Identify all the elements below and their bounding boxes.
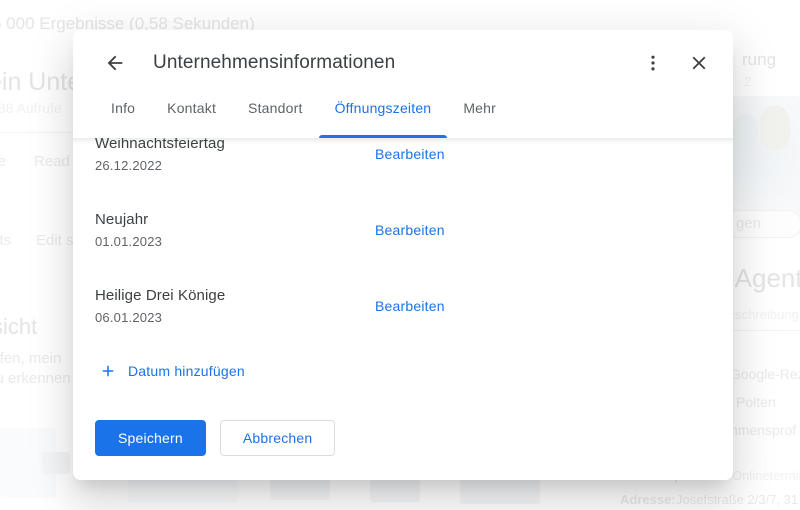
- tab-mehr[interactable]: Mehr: [447, 96, 512, 138]
- background-nav-item-3: Edit s: [36, 232, 74, 249]
- table-row: Heilige Drei Könige 06.01.2023 Bearbeite…: [95, 268, 709, 344]
- add-date-label: Datum hinzufügen: [128, 363, 245, 379]
- background-right-heading: rung: [742, 50, 777, 69]
- holiday-date: 26.12.2022: [95, 157, 163, 173]
- background-body-line-2: zu erkennen: [0, 370, 71, 387]
- background-address-label: Adresse:: [620, 492, 676, 507]
- table-row: Neujahr 01.01.2023 Bearbeiten: [95, 192, 709, 268]
- background-nav-item-0: le: [0, 153, 6, 170]
- background-right-number: 2: [744, 74, 752, 89]
- background-right-subtitle: eschreibung: [728, 307, 799, 322]
- close-button[interactable]: [679, 43, 719, 83]
- more-options-button[interactable]: [633, 43, 673, 83]
- business-info-dialog: Unternehmensinformationen Info Kontakt S…: [73, 30, 733, 480]
- background-service-value: Onlinetermin: [732, 468, 800, 483]
- background-photo-blob-a: [732, 114, 758, 148]
- arrow-left-icon: [107, 55, 123, 71]
- back-button[interactable]: [95, 43, 135, 83]
- kebab-menu-icon: [651, 55, 655, 71]
- holiday-info: Neujahr 01.01.2023: [95, 209, 345, 252]
- edit-holiday-link[interactable]: Bearbeiten: [375, 298, 445, 314]
- dialog-actions: Speichern Abbrechen: [95, 390, 709, 456]
- holiday-name: Neujahr: [95, 210, 149, 228]
- tab-info[interactable]: Info: [95, 96, 151, 138]
- background-pill-label: gen: [736, 215, 762, 232]
- background-divider-right: [726, 330, 800, 331]
- dialog-header: Unternehmensinformationen: [73, 30, 733, 96]
- tab-mehr-label: Mehr: [463, 100, 497, 116]
- dialog-title: Unternehmensinformationen: [153, 52, 396, 73]
- cancel-button[interactable]: Abbrechen: [219, 420, 336, 456]
- background-nav-item-1: Read: [34, 153, 70, 170]
- background-photo-blob-b: [760, 106, 790, 150]
- background-thumb-a: [42, 452, 70, 474]
- dialog-header-actions: [633, 43, 719, 83]
- holiday-info: Weihnachtsfeiertag 26.12.2022: [95, 138, 345, 176]
- holiday-name: Heilige Drei Könige: [95, 286, 226, 304]
- background-thumb-d: [370, 480, 420, 502]
- dialog-tabbar: Info Kontakt Standort Öffnungszeiten Meh…: [73, 96, 733, 138]
- background-thumb-e: [460, 478, 540, 504]
- tab-info-label: Info: [111, 100, 136, 116]
- table-row: Weihnachtsfeiertag 26.12.2022 Bearbeiten: [95, 138, 709, 192]
- tab-standort[interactable]: Standort: [232, 96, 319, 138]
- background-views: 088 Aufrufe: [0, 100, 62, 116]
- holidays-scroll-area[interactable]: Weihnachtsfeiertag 26.12.2022 Bearbeiten…: [73, 138, 733, 480]
- background-right-line-1: Polten: [736, 394, 776, 410]
- holiday-info: Heilige Drei Könige 06.01.2023: [95, 285, 345, 328]
- edit-holiday-link[interactable]: Bearbeiten: [375, 222, 445, 238]
- background-divider-top: [0, 132, 80, 133]
- holiday-date: 01.01.2023: [95, 233, 163, 249]
- save-button[interactable]: Speichern: [95, 420, 206, 456]
- background-right-line-2: hmensprof: [730, 422, 797, 438]
- tab-oeffnungszeiten[interactable]: Öffnungszeiten: [318, 96, 448, 138]
- tab-standort-label: Standort: [248, 100, 303, 116]
- background-body-line-1: elfen, mein: [0, 350, 62, 367]
- tab-oeffnungszeiten-underline: [318, 135, 448, 138]
- edit-holiday-link[interactable]: Bearbeiten: [375, 146, 445, 162]
- holidays-list: Weihnachtsfeiertag 26.12.2022 Bearbeiten…: [73, 138, 733, 480]
- tab-kontakt-label: Kontakt: [167, 100, 217, 116]
- background-section-heading: sicht: [0, 314, 38, 339]
- tab-oeffnungszeiten-label: Öffnungszeiten: [334, 100, 432, 116]
- background-address-value: Josefstraße 2/3/7, 31: [676, 492, 799, 507]
- background-right-title: -Agent: [726, 263, 800, 293]
- background-nav-item-2: cts: [0, 232, 12, 249]
- plus-icon: [99, 362, 117, 380]
- tab-kontakt[interactable]: Kontakt: [151, 96, 232, 138]
- add-date-button[interactable]: Datum hinzufügen: [95, 344, 245, 390]
- holiday-date: 06.01.2023: [95, 309, 163, 325]
- background-right-line-0: Google-Rez: [730, 366, 800, 382]
- close-icon: [692, 56, 706, 70]
- holiday-name: Weihnachtsfeiertag: [95, 138, 225, 152]
- screen: 5 000 Ergebnisse (0,58 Sekunden) ein Unt…: [0, 0, 800, 510]
